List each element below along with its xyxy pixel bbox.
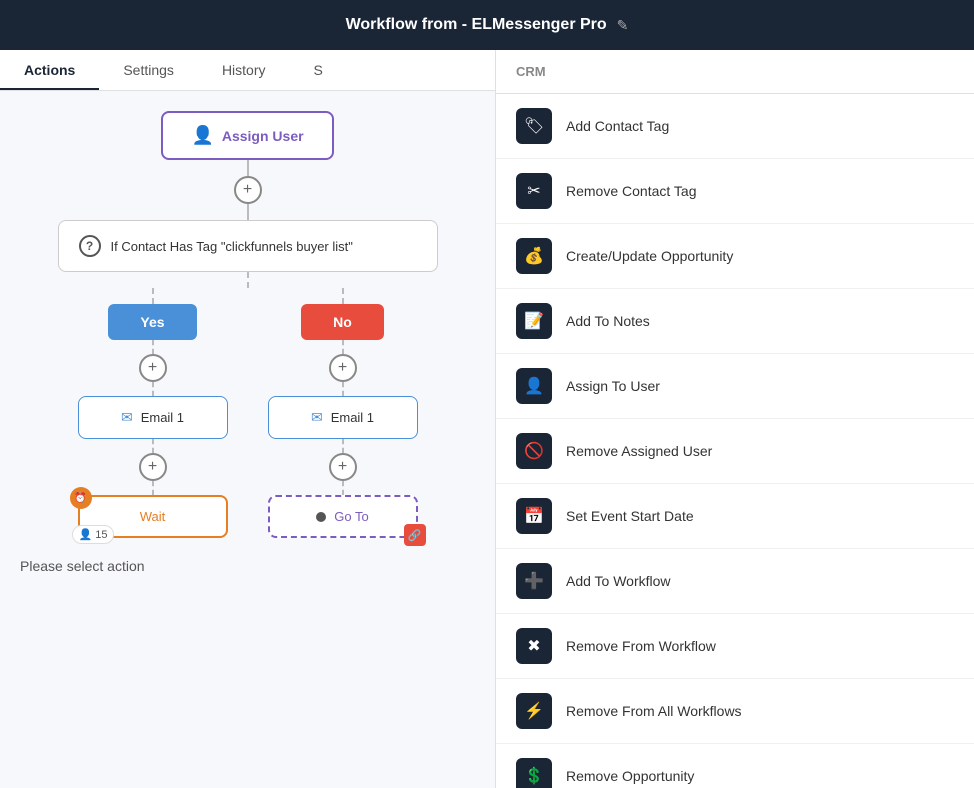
action-icon: 👤 bbox=[516, 368, 552, 404]
action-icon: ✂ bbox=[516, 173, 552, 209]
action-label: Remove Assigned User bbox=[566, 443, 712, 459]
assign-user-label: Assign User bbox=[222, 128, 304, 144]
tab-actions[interactable]: Actions bbox=[0, 50, 99, 90]
action-label: Remove From Workflow bbox=[566, 638, 716, 654]
assign-user-icon: 👤 bbox=[191, 125, 213, 146]
workflow-canvas: 👤 Assign User + ? If Contact Has Tag "cl… bbox=[0, 91, 495, 788]
action-item[interactable]: ➕ Add To Workflow bbox=[496, 549, 974, 614]
condition-label: If Contact Has Tag "clickfunnels buyer l… bbox=[111, 239, 353, 254]
h-branch: Yes + ✉ Email 1 + bbox=[78, 288, 418, 538]
edit-title-icon[interactable]: ✎ bbox=[617, 17, 629, 34]
email-icon-yes: ✉ bbox=[121, 409, 133, 426]
branch-no: No + ✉ Email 1 + bbox=[268, 288, 418, 538]
add-step-btn-1[interactable]: + bbox=[234, 176, 262, 204]
action-icon: 📝 bbox=[516, 303, 552, 339]
left-panel: Actions Settings History S 👤 Assign User bbox=[0, 50, 495, 788]
crm-section-header: CRM bbox=[496, 50, 974, 94]
action-item[interactable]: 🚫 Remove Assigned User bbox=[496, 419, 974, 484]
action-icon: ✖ bbox=[516, 628, 552, 664]
action-item[interactable]: 👤 Assign To User bbox=[496, 354, 974, 419]
action-label: Add Contact Tag bbox=[566, 118, 669, 134]
action-icon: ⚡ bbox=[516, 693, 552, 729]
tab-history[interactable]: History bbox=[198, 50, 290, 90]
action-item[interactable]: 💲 Remove Opportunity bbox=[496, 744, 974, 788]
action-label: Add To Notes bbox=[566, 313, 650, 329]
link-icon: 🔗 bbox=[404, 524, 426, 546]
action-label: Remove Contact Tag bbox=[566, 183, 696, 199]
action-label: Add To Workflow bbox=[566, 573, 671, 589]
action-icon: 💲 bbox=[516, 758, 552, 788]
action-icon: 💰 bbox=[516, 238, 552, 274]
user-icon: 👤 bbox=[79, 528, 93, 541]
v-conn-yes bbox=[152, 288, 154, 304]
condition-node[interactable]: ? If Contact Has Tag "clickfunnels buyer… bbox=[58, 220, 438, 272]
connector-1 bbox=[247, 160, 249, 176]
action-list: 🏷 Add Contact Tag ✂ Remove Contact Tag 💰 Crea… bbox=[496, 94, 974, 788]
action-label: Set Event Start Date bbox=[566, 508, 694, 524]
action-item[interactable]: 📅 Set Event Start Date bbox=[496, 484, 974, 549]
action-item[interactable]: ⚡ Remove From All Workflows bbox=[496, 679, 974, 744]
wait-badge: ⏰ bbox=[70, 487, 92, 509]
workflow-title: Workflow from - ELMessenger Pro bbox=[346, 16, 607, 34]
action-item[interactable]: 💰 Create/Update Opportunity bbox=[496, 224, 974, 289]
main-layout: Actions Settings History S 👤 Assign User bbox=[0, 50, 974, 788]
tab-extra[interactable]: S bbox=[290, 50, 347, 90]
email-label-no: Email 1 bbox=[331, 410, 374, 425]
add-after-email-yes[interactable]: + bbox=[139, 453, 167, 481]
condition-icon: ? bbox=[79, 235, 101, 257]
tab-settings[interactable]: Settings bbox=[99, 50, 198, 90]
email-label-yes: Email 1 bbox=[141, 410, 184, 425]
email-node-no[interactable]: ✉ Email 1 bbox=[268, 396, 418, 439]
please-select-text: Please select action bbox=[20, 558, 145, 576]
no-button[interactable]: No bbox=[301, 304, 384, 340]
goto-label: Go To bbox=[334, 509, 368, 524]
v-conn-no bbox=[342, 288, 344, 304]
wait-label: Wait bbox=[140, 509, 166, 524]
assign-user-node[interactable]: 👤 Assign User bbox=[161, 111, 333, 160]
goto-dot bbox=[316, 512, 326, 522]
branch-yes: Yes + ✉ Email 1 + bbox=[78, 288, 228, 538]
add-after-email-no[interactable]: + bbox=[329, 453, 357, 481]
right-panel: CRM 🏷 Add Contact Tag ✂ Remove Contact Tag 💰… bbox=[495, 50, 974, 788]
action-icon: 📅 bbox=[516, 498, 552, 534]
action-item[interactable]: ✖ Remove From Workflow bbox=[496, 614, 974, 679]
add-no-btn[interactable]: + bbox=[329, 354, 357, 382]
action-item[interactable]: 📝 Add To Notes bbox=[496, 289, 974, 354]
workflow-chain: 👤 Assign User + ? If Contact Has Tag "cl… bbox=[20, 111, 475, 576]
goto-node[interactable]: Go To 🔗 bbox=[268, 495, 418, 538]
tabs-bar: Actions Settings History S bbox=[0, 50, 495, 91]
action-icon: 🚫 bbox=[516, 433, 552, 469]
yes-button[interactable]: Yes bbox=[108, 304, 196, 340]
add-yes-btn[interactable]: + bbox=[139, 354, 167, 382]
action-item[interactable]: ✂ Remove Contact Tag bbox=[496, 159, 974, 224]
action-icon: ➕ bbox=[516, 563, 552, 599]
action-label: Create/Update Opportunity bbox=[566, 248, 733, 264]
action-icon: 🏷 bbox=[516, 108, 552, 144]
wait-node[interactable]: ⏰ Wait 👤 15 bbox=[78, 495, 228, 538]
email-node-yes[interactable]: ✉ Email 1 bbox=[78, 396, 228, 439]
app-header: Workflow from - ELMessenger Pro ✎ bbox=[0, 0, 974, 50]
branch-tree: Yes + ✉ Email 1 + bbox=[78, 272, 418, 538]
action-label: Remove Opportunity bbox=[566, 768, 694, 784]
action-item[interactable]: 🏷 Add Contact Tag bbox=[496, 94, 974, 159]
v-conn-top bbox=[247, 272, 249, 288]
action-label: Remove From All Workflows bbox=[566, 703, 742, 719]
email-icon-no: ✉ bbox=[311, 409, 323, 426]
action-label: Assign To User bbox=[566, 378, 660, 394]
connector-2 bbox=[247, 204, 249, 220]
user-count-badge: 👤 15 bbox=[72, 525, 115, 544]
